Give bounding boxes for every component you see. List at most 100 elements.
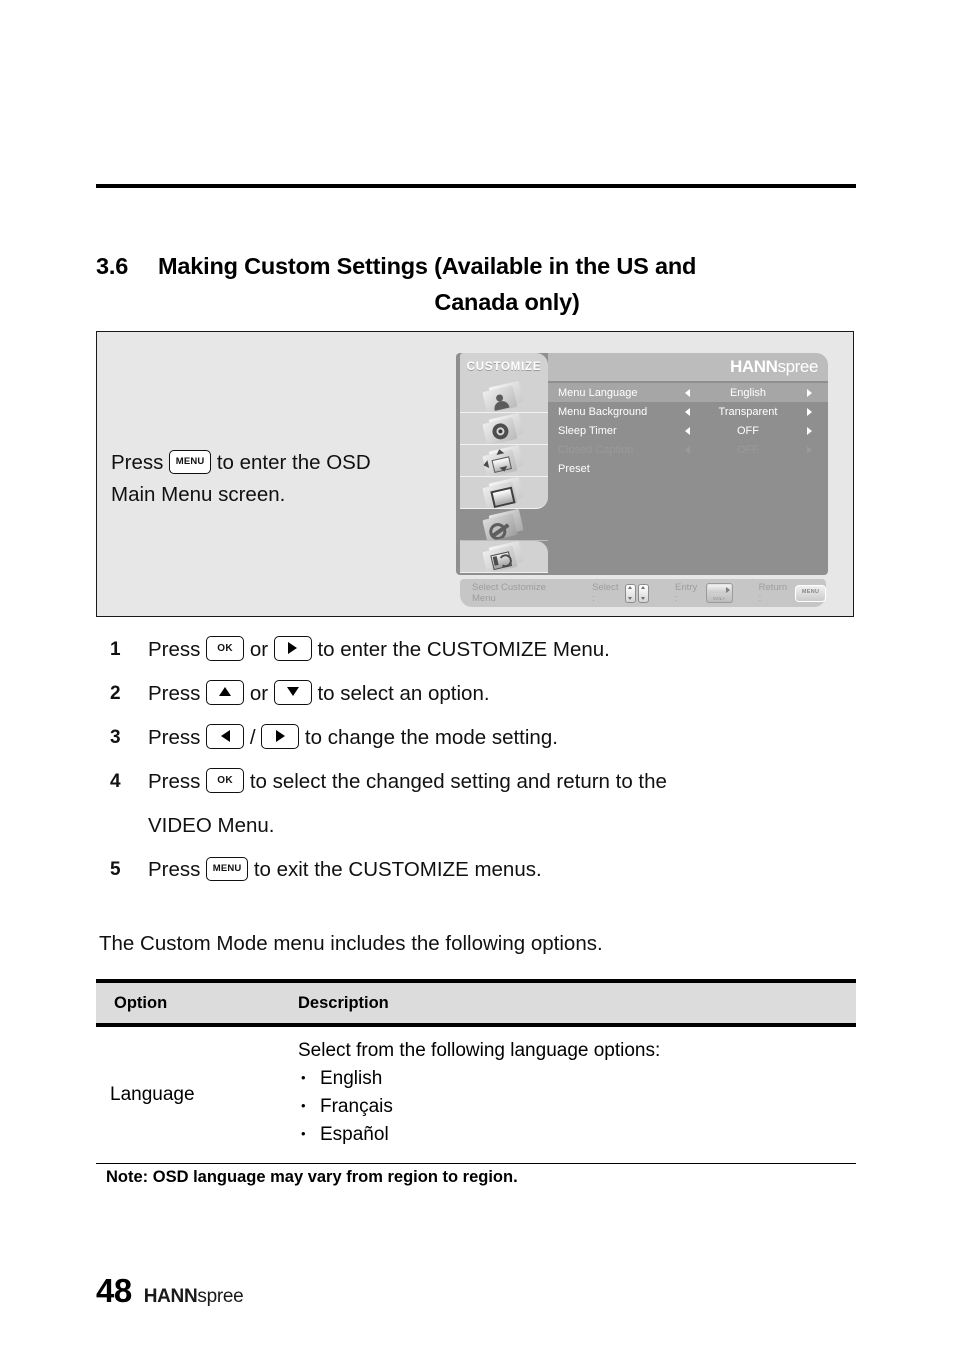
caption-text-before: Press	[111, 451, 164, 474]
osd-row-label: Menu Background	[558, 405, 648, 418]
ok-key-button[interactable]: OK	[206, 636, 245, 662]
section-heading-line2: Canada only)	[434, 289, 580, 315]
step-number: 1	[110, 639, 121, 660]
osd-row-preset[interactable]: Preset	[548, 459, 828, 478]
step-text-tail: to enter the CUSTOMIZE Menu.	[317, 638, 610, 661]
osd-row-value: Transparent	[718, 405, 778, 418]
step-text-press: Press	[148, 770, 201, 793]
chevron-right-icon	[798, 444, 820, 456]
osd-logo-bold: HANN	[729, 357, 778, 376]
manual-page: 3.6 Making Custom Settings (Available in …	[0, 0, 954, 1352]
step-number: 2	[110, 683, 121, 704]
menu-button-icon: MENU	[795, 584, 826, 602]
chevron-left-icon	[676, 444, 698, 456]
list-item: Español	[301, 1120, 856, 1149]
osd-entry-hint: Entry : VOL+	[675, 582, 733, 604]
osd-row-value: OFF	[737, 443, 759, 456]
select-buttons-icon	[625, 583, 650, 603]
osd-rail-item-sound[interactable]	[460, 413, 548, 445]
options-table: Option Description Language Select from …	[96, 979, 856, 1164]
osd-rail-item-position[interactable]	[460, 445, 548, 477]
osd-row-closed-caption: Closed Caption OFF	[548, 440, 828, 459]
step-text-tail: to select an option.	[317, 682, 490, 705]
osd-row-value: English	[729, 386, 767, 399]
footer-brand-logo: HANNspree	[144, 1286, 244, 1308]
screen-icon	[482, 477, 527, 508]
right-arrow-key-button[interactable]	[273, 636, 312, 662]
options-intro-text: The Custom Mode menu includes the follow…	[99, 932, 603, 955]
table-header-row: Option Description	[96, 979, 856, 1027]
table-cell-option: Language	[110, 1084, 195, 1105]
osd-status-hint: Select Customize Menu	[472, 582, 546, 604]
up-arrow-key-button[interactable]	[206, 680, 245, 706]
osd-row-label: Menu Language	[558, 386, 638, 399]
osd-row-menu-background[interactable]: Menu Background Transparent	[548, 402, 828, 421]
step-3: 3 Press / to change the mode setting.	[110, 716, 870, 760]
chevron-right-icon[interactable]	[798, 387, 820, 399]
section-number: 3.6	[96, 253, 129, 279]
list-item: Français	[301, 1092, 856, 1121]
osd-rail-item-tools[interactable]	[460, 509, 548, 541]
osd-screenshot: HANNspree CUSTOMIZE Menu Language Englis…	[456, 353, 828, 607]
step-text-tail: to select the changed setting and return…	[249, 770, 667, 793]
chevron-left-icon[interactable]	[676, 387, 698, 399]
down-arrow-key-button[interactable]	[273, 680, 312, 706]
instruction-steps: 1 Press OK or to enter the CUSTOMIZE Men…	[110, 628, 870, 892]
chevron-right-icon[interactable]	[798, 425, 820, 437]
osd-row-label: Preset	[558, 462, 590, 475]
brand-bold: HANN	[143, 1286, 198, 1307]
step-text-press: Press	[148, 682, 201, 705]
step-text-tail: to exit the CUSTOMIZE menus.	[253, 858, 542, 881]
osd-return-label: Return :	[758, 582, 788, 604]
chevron-left-icon[interactable]	[676, 425, 698, 437]
menu-key-button[interactable]: MENU	[169, 449, 212, 474]
vol-up-button-icon: VOL+	[705, 583, 733, 603]
osd-entry-label: Entry :	[675, 582, 698, 604]
osd-status-bar: Select Customize Menu Select : Entry : V…	[460, 579, 826, 607]
chevron-left-icon[interactable]	[676, 406, 698, 418]
step-number: 5	[110, 859, 121, 880]
list-item: English	[301, 1064, 856, 1093]
osd-row-value: OFF	[737, 424, 759, 437]
table-row: Language Select from the following langu…	[96, 1027, 856, 1164]
step-text-continuation: VIDEO Menu.	[148, 814, 275, 837]
section-heading-line1: Making Custom Settings (Available in the…	[158, 253, 697, 279]
step-1: 1 Press OK or to enter the CUSTOMIZE Men…	[110, 628, 870, 672]
illustration-panel: Press MENU to enter the OSD Main Menu sc…	[96, 331, 854, 617]
illustration-caption: Press MENU to enter the OSD Main Menu sc…	[111, 447, 456, 511]
vol-button-text: VOL+	[712, 596, 726, 601]
osd-header: HANNspree	[548, 353, 828, 381]
osd-rail-item-screen[interactable]	[460, 477, 548, 509]
page-number: 48	[96, 1272, 132, 1309]
right-arrow-key-button[interactable]	[261, 724, 300, 750]
left-arrow-key-button[interactable]	[206, 724, 245, 750]
menu-key-button[interactable]: MENU	[206, 856, 249, 881]
osd-row-label: Sleep Timer	[558, 424, 617, 437]
table-header-description: Description	[298, 993, 389, 1012]
osd-return-hint: Return : MENU	[759, 582, 826, 604]
description-intro: Select from the following language optio…	[298, 1040, 661, 1061]
osd-tab-customize[interactable]: CUSTOMIZE	[460, 353, 548, 381]
step-text-or: or	[249, 682, 269, 705]
step-text-press: Press	[148, 726, 201, 749]
osd-row-menu-language[interactable]: Menu Language English	[548, 383, 828, 402]
table-cell-description: Select from the following language optio…	[298, 1027, 856, 1163]
osd-rail-item-picture[interactable]	[460, 381, 548, 413]
osd-icon-rail	[460, 381, 548, 575]
page-footer: 48 HANNspree	[96, 1272, 244, 1310]
chevron-right-icon[interactable]	[798, 406, 820, 418]
osd-row-label: Closed Caption	[558, 443, 634, 456]
header-rule	[96, 184, 856, 188]
osd-rail-item-setup[interactable]	[460, 541, 548, 573]
osd-logo-light: spree	[777, 357, 818, 376]
step-5: 5 Press MENU to exit the CUSTOMIZE menus…	[110, 848, 870, 892]
osd-select-label: Select :	[592, 582, 619, 604]
step-text-tail: to change the mode setting.	[304, 726, 558, 749]
osd-row-sleep-timer[interactable]: Sleep Timer OFF	[548, 421, 828, 440]
osd-brand-logo: HANNspree	[730, 357, 818, 377]
note-text: Note: OSD language may vary from region …	[106, 1168, 518, 1186]
caption-text-after: to enter the OSD	[216, 451, 371, 474]
step-4: 4 Press OK to select the changed setting…	[110, 760, 870, 848]
ok-key-button[interactable]: OK	[206, 768, 245, 794]
brand-light: spree	[197, 1286, 244, 1307]
